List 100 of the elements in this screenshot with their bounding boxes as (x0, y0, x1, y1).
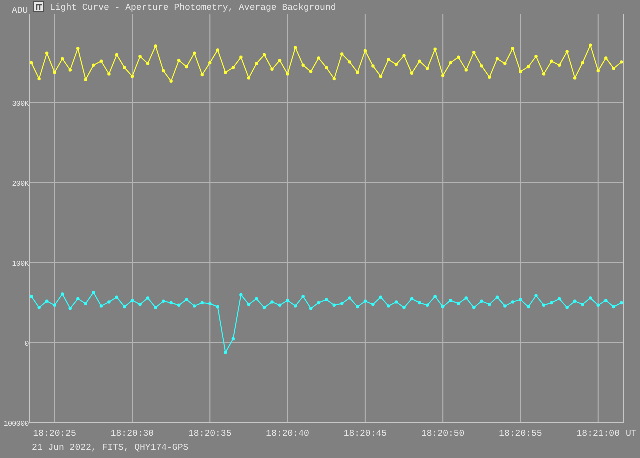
data-point (496, 57, 500, 61)
data-point (154, 44, 158, 48)
data-point (193, 304, 196, 308)
data-point (418, 60, 422, 63)
data-point (232, 337, 236, 341)
data-point (193, 52, 196, 55)
data-point (457, 56, 460, 59)
data-point (30, 61, 34, 65)
x-axis-label: UT (626, 429, 637, 439)
data-point (286, 299, 290, 302)
data-point (581, 303, 584, 306)
data-point (464, 68, 468, 72)
data-point (457, 302, 460, 306)
data-point (247, 76, 251, 80)
data-point (286, 72, 290, 76)
data-point (573, 76, 577, 80)
data-point (170, 301, 173, 305)
data-point (488, 76, 492, 79)
data-point (185, 65, 188, 69)
data-point (325, 298, 328, 302)
data-point (177, 304, 181, 307)
data-point (379, 75, 383, 78)
data-point (534, 55, 538, 58)
data-point (464, 296, 468, 300)
data-point (177, 59, 181, 62)
data-point (84, 302, 88, 306)
data-point (262, 53, 266, 57)
data-point (550, 60, 554, 63)
data-point (472, 51, 476, 54)
data-point (108, 300, 111, 304)
data-point (511, 47, 515, 50)
data-point (162, 300, 166, 303)
data-point (511, 300, 515, 304)
data-point (240, 56, 243, 59)
data-point (255, 297, 258, 301)
data-point (441, 74, 445, 78)
data-point (92, 291, 96, 294)
data-point (61, 292, 64, 296)
data-point (200, 301, 204, 305)
y-axis-label: ADU (12, 6, 28, 16)
data-point (434, 48, 437, 51)
data-point (604, 56, 608, 60)
data-point (130, 75, 134, 78)
data-point (426, 304, 430, 307)
data-point (108, 72, 111, 76)
data-point (364, 49, 368, 53)
data-point (216, 305, 220, 309)
data-point (317, 56, 320, 60)
data-point (612, 305, 616, 309)
data-point (496, 296, 500, 299)
data-point (519, 298, 522, 302)
data-point (542, 304, 546, 307)
x-tick-label: 18:20:35 (188, 429, 232, 439)
data-point (480, 300, 484, 303)
data-point (270, 300, 274, 304)
data-point (410, 72, 414, 75)
data-point (526, 65, 530, 69)
data-point (426, 67, 430, 70)
app-icon (34, 2, 44, 12)
data-point (170, 80, 173, 83)
data-point (123, 66, 126, 70)
data-point (348, 296, 352, 300)
data-point (325, 66, 328, 70)
x-tick-label: 18:20:25 (33, 429, 76, 439)
footer-caption: 21 Jun 2022, FITS, QHY174-GPS (32, 443, 189, 453)
data-point (278, 304, 282, 307)
data-point (115, 53, 119, 57)
data-point (581, 61, 584, 65)
data-point (449, 61, 452, 65)
data-point (504, 304, 507, 308)
data-point (123, 305, 126, 309)
data-point (224, 71, 228, 74)
x-tick-label: 18:20:30 (110, 429, 154, 439)
data-point (387, 304, 390, 308)
data-point (317, 301, 320, 305)
data-point (402, 306, 406, 310)
data-point (332, 77, 336, 81)
data-point (348, 60, 352, 64)
data-point (130, 299, 134, 302)
data-point (138, 303, 142, 306)
data-point (472, 306, 476, 310)
data-point (309, 307, 313, 310)
x-tick-label: 18:20:40 (266, 429, 310, 439)
data-point (488, 303, 492, 306)
data-point (387, 58, 390, 62)
data-point (61, 57, 64, 61)
data-point (255, 62, 258, 66)
data-point (504, 62, 507, 66)
data-point (449, 299, 452, 302)
data-point (356, 71, 360, 74)
data-point (604, 299, 608, 302)
data-point (146, 296, 150, 300)
data-point (45, 300, 49, 303)
data-point (138, 55, 142, 58)
data-point (38, 306, 41, 310)
data-point (84, 78, 88, 82)
data-point (45, 52, 49, 55)
window-title: Light Curve - Aperture Photometry, Average Background (50, 3, 336, 13)
data-point (372, 303, 375, 306)
data-point (302, 64, 305, 67)
